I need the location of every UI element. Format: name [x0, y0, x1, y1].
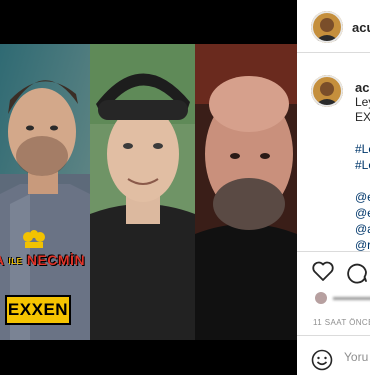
emoji-icon[interactable] [311, 349, 333, 371]
comment-divider [297, 335, 370, 336]
show-title: A ILE NECMİN [0, 252, 86, 268]
header-divider [297, 52, 370, 53]
post-timestamp[interactable]: 11 SAAT ÖNCE [313, 318, 370, 327]
liker-avatar[interactable] [315, 292, 327, 304]
actions-divider [297, 251, 370, 252]
exxen-badge-label: EXXEN [7, 300, 69, 319]
caption-avatar[interactable] [311, 75, 343, 107]
heart-icon[interactable] [311, 260, 335, 282]
mention-link[interactable]: @r [355, 238, 370, 252]
post-image[interactable]: A ILE NECMİN EXXEN [0, 0, 297, 375]
comment-icon[interactable] [345, 260, 369, 284]
header-avatar[interactable] [311, 11, 343, 43]
caption-username[interactable]: acu [355, 80, 370, 95]
liked-by-text[interactable]: ▬▬▬▬▬▬ [333, 292, 370, 303]
mention-link[interactable]: @e [355, 190, 370, 204]
exxen-badge: EXXEN [5, 295, 71, 325]
portrait-center [90, 44, 195, 340]
comment-input[interactable]: Yoru [344, 350, 368, 364]
portrait-right [195, 44, 297, 340]
crown-icon [23, 230, 45, 248]
post-sidebar: acu acu Ley EXX #Le #Le @e @e @a @r ▬▬▬▬… [297, 0, 370, 375]
mention-link[interactable]: @e [355, 206, 370, 220]
mention-link[interactable]: @a [355, 222, 370, 236]
caption-text: EXX [355, 110, 370, 124]
hashtag-link[interactable]: #Le [355, 142, 370, 156]
hashtag-link[interactable]: #Le [355, 158, 370, 172]
header-username[interactable]: acu [352, 20, 370, 35]
caption-text: Ley [355, 95, 370, 109]
